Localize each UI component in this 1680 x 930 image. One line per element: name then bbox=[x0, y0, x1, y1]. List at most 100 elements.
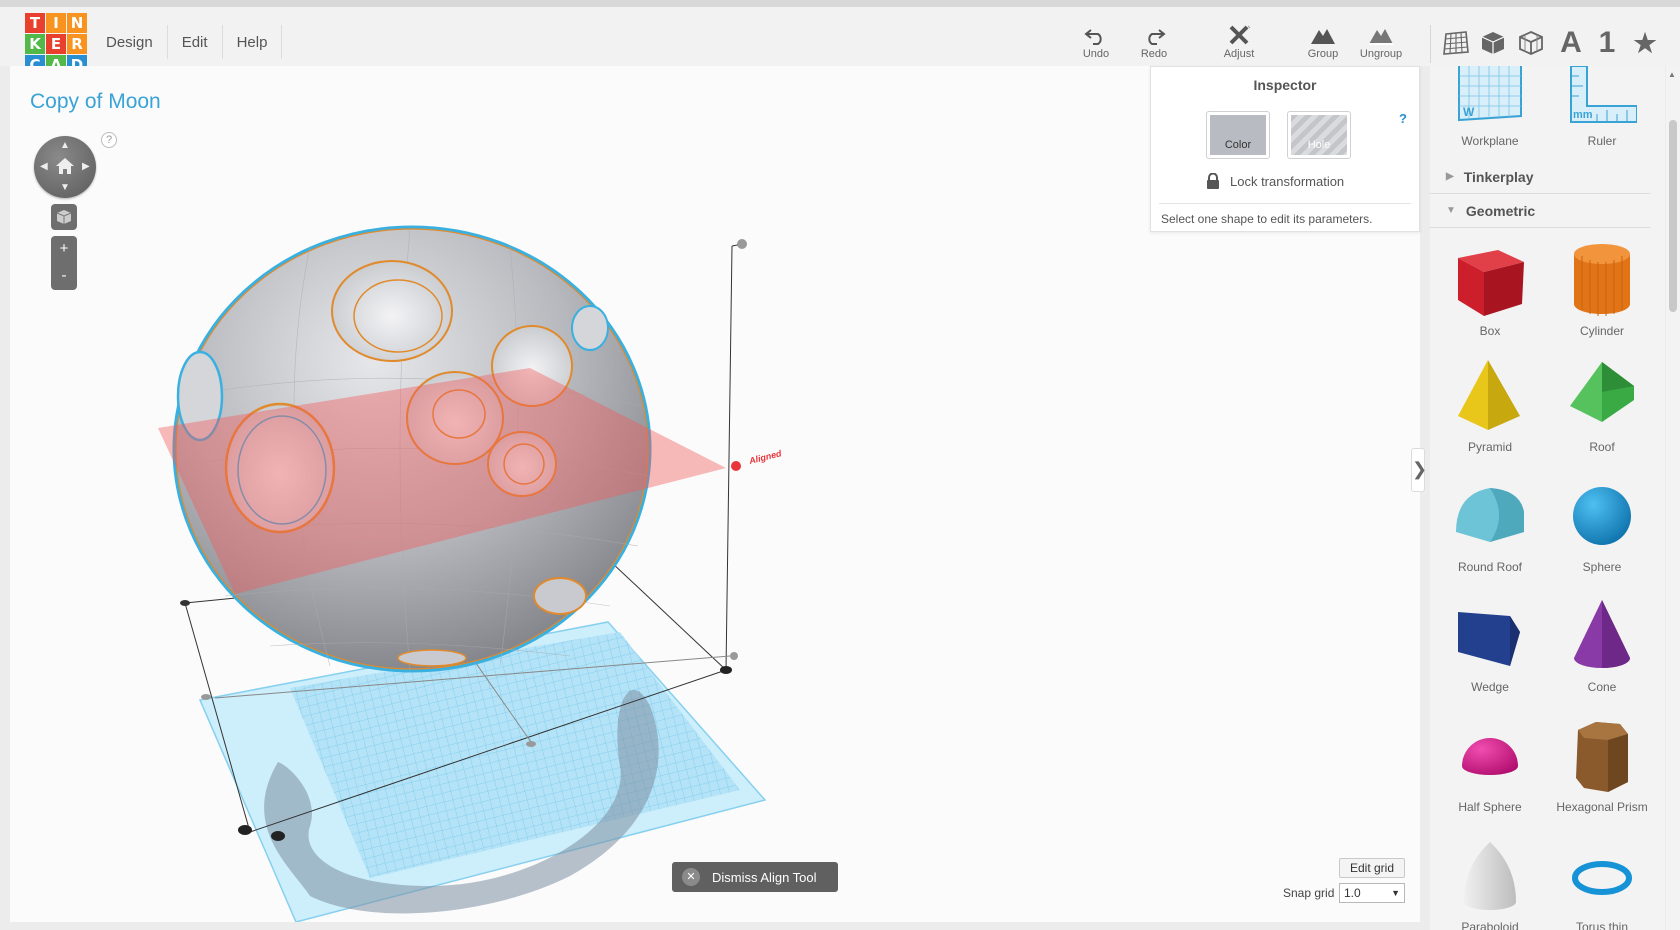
hole-button[interactable]: Hole bbox=[1287, 111, 1351, 159]
undo-button[interactable]: Undo bbox=[1066, 24, 1126, 60]
tinkercad-logo[interactable]: T I N K E R C A D bbox=[25, 13, 87, 75]
lock-label: Lock transformation bbox=[1230, 173, 1345, 189]
undo-icon bbox=[1084, 29, 1102, 45]
orbit-left-icon[interactable]: ◀ bbox=[40, 161, 48, 172]
dismiss-label: Dismiss Align Tool bbox=[712, 869, 817, 885]
toolbar-divider bbox=[1430, 25, 1431, 63]
shape-label: Torus thin bbox=[1575, 920, 1629, 930]
wedge-icon bbox=[1458, 612, 1520, 666]
inspector-help-icon[interactable]: ? bbox=[1399, 111, 1407, 126]
orbit-up-icon[interactable]: ▲ bbox=[60, 140, 70, 151]
logo-letter: T bbox=[25, 13, 45, 33]
workplane-icon: W bbox=[1458, 66, 1522, 122]
svg-text:W: W bbox=[1463, 105, 1475, 119]
workplane-grid-icon[interactable] bbox=[1440, 27, 1472, 59]
shape-cone[interactable]: Cone bbox=[1547, 596, 1657, 694]
shape-label: Pyramid bbox=[1467, 440, 1512, 454]
snap-grid-select[interactable]: 1.0 ▼ bbox=[1339, 883, 1405, 903]
navigation-help-icon[interactable]: ? bbox=[101, 132, 117, 148]
shape-wedge[interactable]: Wedge bbox=[1435, 596, 1545, 694]
aligned-label: Aligned bbox=[747, 448, 783, 466]
hole-label: Hole bbox=[1307, 139, 1331, 151]
shape-label: Cone bbox=[1587, 680, 1617, 694]
collapse-panel-button[interactable]: ❯ bbox=[1411, 448, 1427, 492]
shape-label: Paraboloid bbox=[1461, 920, 1519, 930]
orbit-down-icon[interactable]: ▼ bbox=[60, 182, 70, 193]
shape-box[interactable]: Box bbox=[1435, 236, 1545, 338]
shape-label: Wedge bbox=[1471, 680, 1509, 694]
menu-help[interactable]: Help bbox=[223, 25, 283, 59]
shape-torus-thin[interactable]: Torus thin bbox=[1547, 836, 1657, 930]
category-label: Tinkerplay bbox=[1463, 168, 1534, 185]
shape-label: Round Roof bbox=[1457, 560, 1523, 574]
design-title[interactable]: Copy of Moon bbox=[30, 90, 161, 114]
edit-grid-button[interactable]: Edit grid bbox=[1339, 858, 1405, 878]
solid-cube-icon[interactable] bbox=[1477, 27, 1509, 59]
shape-cylinder[interactable]: Cylinder bbox=[1547, 236, 1657, 338]
torus-icon bbox=[1572, 861, 1632, 895]
shape-pyramid[interactable]: Pyramid bbox=[1435, 356, 1545, 454]
zoom-out-button[interactable]: - bbox=[51, 263, 77, 290]
text-tool-icon[interactable]: A bbox=[1555, 26, 1587, 59]
chevron-down-icon: ▼ bbox=[1446, 205, 1456, 216]
shape-roof[interactable]: Roof bbox=[1547, 356, 1657, 454]
top-bar: T I N K E R C A D Design Edit Help Undo … bbox=[0, 0, 1680, 75]
sphere-icon bbox=[1573, 487, 1631, 545]
color-label: Color bbox=[1224, 139, 1252, 151]
ungroup-button[interactable]: Ungroup bbox=[1351, 24, 1411, 60]
box-icon bbox=[1458, 250, 1524, 316]
ruler-tile[interactable]: mm Ruler bbox=[1547, 66, 1657, 148]
shape-sphere[interactable]: Sphere bbox=[1547, 476, 1657, 574]
ruler-label: Ruler bbox=[1587, 134, 1617, 148]
shape-label: Cylinder bbox=[1579, 324, 1624, 338]
zoom-control: + - bbox=[51, 236, 77, 290]
pyramid-icon bbox=[1458, 360, 1520, 430]
cone-icon bbox=[1574, 600, 1630, 668]
shape-round-roof[interactable]: Round Roof bbox=[1435, 476, 1545, 574]
fit-view-button[interactable] bbox=[51, 204, 77, 230]
logo-letter: E bbox=[46, 34, 66, 54]
redo-button[interactable]: Redo bbox=[1124, 24, 1184, 60]
scrollbar-thumb[interactable] bbox=[1669, 120, 1677, 312]
orbit-right-icon[interactable]: ▶ bbox=[82, 161, 90, 172]
group-label: Group bbox=[1307, 48, 1339, 60]
group-button[interactable]: Group bbox=[1293, 24, 1353, 60]
logo-letter: K bbox=[25, 34, 45, 54]
paraboloid-icon bbox=[1464, 842, 1516, 910]
scroll-up-icon[interactable]: ▲ bbox=[1668, 70, 1676, 79]
zoom-in-button[interactable]: + bbox=[51, 236, 77, 263]
close-icon: ✕ bbox=[682, 868, 700, 886]
ruler-icon: mm bbox=[1570, 66, 1637, 123]
svg-text:mm: mm bbox=[1573, 109, 1593, 121]
inspector-panel: Inspector Color Hole ? Lock transformati… bbox=[1150, 66, 1420, 232]
orbit-control[interactable]: ▲ ▼ ◀ ▶ bbox=[34, 136, 96, 198]
category-tinkerplay[interactable]: ▶ Tinkerplay bbox=[1430, 160, 1650, 194]
half-sphere-icon bbox=[1462, 738, 1518, 775]
snap-grid-label: Snap grid bbox=[1283, 886, 1335, 900]
chevron-right-icon: ▶ bbox=[1446, 171, 1454, 182]
shape-half-sphere[interactable]: Half Sphere bbox=[1435, 716, 1545, 814]
number-tool-icon[interactable]: 1 bbox=[1591, 26, 1623, 59]
dismiss-align-tool-button[interactable]: ✕ Dismiss Align Tool bbox=[672, 862, 838, 892]
category-geometric[interactable]: ▼ Geometric bbox=[1430, 194, 1650, 228]
panel-scrollbar[interactable]: ▲ bbox=[1666, 66, 1680, 930]
menu-edit[interactable]: Edit bbox=[168, 25, 223, 59]
cylinder-icon bbox=[1574, 244, 1630, 316]
chevron-down-icon: ▼ bbox=[1391, 888, 1400, 898]
workplane-tile[interactable]: W Workplane bbox=[1435, 66, 1545, 148]
undo-label: Undo bbox=[1082, 48, 1110, 60]
color-button[interactable]: Color bbox=[1206, 111, 1270, 159]
lock-transformation-toggle[interactable]: Lock transformation bbox=[1206, 173, 1344, 189]
workplane-label: Workplane bbox=[1461, 134, 1519, 148]
shapes-panel: W Workplane mm Ruler ▶ Tinkerplay ▼ Geom… bbox=[1430, 66, 1665, 930]
shape-paraboloid[interactable]: Paraboloid bbox=[1435, 836, 1545, 930]
adjust-button[interactable]: Adjust bbox=[1209, 24, 1269, 60]
main-menu: Design Edit Help bbox=[92, 25, 283, 59]
menu-design[interactable]: Design bbox=[92, 25, 168, 59]
shape-label: Half Sphere bbox=[1458, 800, 1522, 814]
adjust-icon bbox=[1229, 25, 1251, 45]
wireframe-cube-icon[interactable] bbox=[1515, 27, 1547, 59]
shape-hexagonal-prism[interactable]: Hexagonal Prism bbox=[1547, 716, 1657, 814]
star-icon[interactable]: ★ bbox=[1629, 27, 1661, 59]
home-view-icon[interactable] bbox=[55, 157, 75, 175]
